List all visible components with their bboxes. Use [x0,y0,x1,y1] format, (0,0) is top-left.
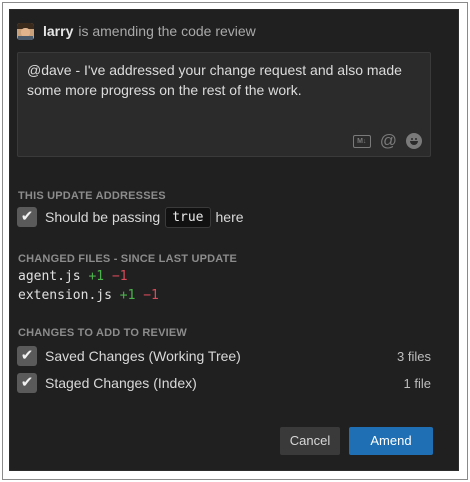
lines-added: +1 [88,269,105,284]
username: larry [43,23,74,39]
comment-text: @dave - I've addressed your change reque… [27,62,402,98]
lines-removed: −1 [143,288,159,303]
comment-toolbar: M↓ @ [352,132,422,150]
file-name: agent.js [18,269,81,284]
addresses-text-after: here [215,209,244,225]
addresses-code: true [165,206,211,228]
emoji-icon[interactable] [406,133,422,149]
addresses-text-before: Should be passing [45,209,161,225]
change-item-label: Staged Changes (Index) [45,375,197,391]
section-title-changes-to-add: CHANGES TO ADD TO REVIEW [18,327,187,339]
change-item-staged: ✔ Staged Changes (Index) 1 file [17,372,431,394]
changed-file-row[interactable]: extension.js +1 −1 [18,288,159,303]
change-item-saved: ✔ Saved Changes (Working Tree) 3 files [17,345,431,367]
staged-changes-checkbox[interactable]: ✔ [17,373,37,393]
addresses-checkbox[interactable]: ✔ [17,207,37,227]
change-item-count: 3 files [397,348,431,364]
section-title-changed-files: CHANGED FILES - SINCE LAST UPDATE [18,253,238,265]
cancel-button[interactable]: Cancel [280,427,340,455]
comment-textarea[interactable]: @dave - I've addressed your change reque… [17,52,431,157]
amend-button[interactable]: Amend [349,427,433,455]
lines-removed: −1 [111,269,128,284]
section-title-addresses: THIS UPDATE ADDRESSES [18,190,166,202]
change-item-count: 1 file [403,375,431,391]
file-name: extension.js [18,288,112,303]
addresses-item: ✔ Should be passing true here [17,206,431,228]
markdown-icon[interactable]: M↓ [352,134,371,148]
panel-header: larry is amending the code review [17,20,256,42]
change-item-label: Saved Changes (Working Tree) [45,348,241,364]
lines-added: +1 [119,288,136,303]
changed-file-row[interactable]: agent.js +1 −1 [18,269,128,284]
mention-icon[interactable]: @ [380,132,397,150]
avatar [17,22,34,40]
saved-changes-checkbox[interactable]: ✔ [17,346,37,366]
header-action-text: is amending the code review [78,23,256,39]
